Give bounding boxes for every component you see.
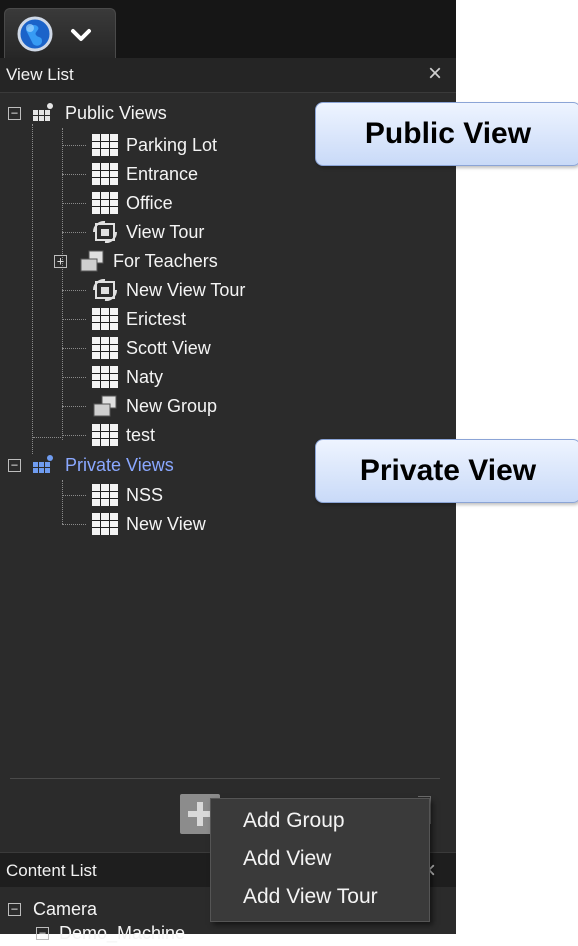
- view-list-title: View List: [6, 65, 74, 84]
- tree-item-label: Demo_Machine: [59, 922, 186, 943]
- add-context-menu: Add Group Add View Add View Tour: [210, 798, 430, 922]
- globe-icon: [17, 16, 53, 52]
- tree-item-label: For Teachers: [113, 250, 218, 271]
- tree-item-label: test: [126, 424, 156, 445]
- view-grid-icon: [92, 424, 118, 446]
- app-menu-button[interactable]: [4, 8, 116, 59]
- tree-item-label: Office: [126, 192, 173, 213]
- public-views-label: Public Views: [65, 102, 167, 123]
- view-grid-icon: [92, 337, 118, 359]
- tree-item-naty[interactable]: Naty: [62, 364, 163, 390]
- content-list-title: Content List: [6, 861, 97, 880]
- tree-item-for-teachers[interactable]: + For Teachers: [54, 248, 218, 274]
- view-list-header: View List ×: [0, 58, 456, 93]
- footer-divider: [10, 778, 440, 779]
- tree-item-label: NSS: [126, 484, 164, 505]
- menu-item-add-view[interactable]: Add View: [243, 847, 331, 871]
- view-grid-icon: [92, 163, 118, 185]
- view-grid-icon: [92, 134, 118, 156]
- chevron-down-icon: [71, 29, 91, 41]
- view-tour-icon: [92, 220, 118, 244]
- tree-item-label: Erictest: [126, 308, 187, 329]
- tree-item-nss[interactable]: NSS: [62, 482, 163, 508]
- tree-item-test[interactable]: test: [62, 422, 155, 448]
- view-grid-icon: [92, 484, 118, 506]
- tree-item-parking-lot[interactable]: Parking Lot: [62, 132, 217, 158]
- tree-group-private[interactable]: − Private Views: [8, 452, 174, 478]
- tree-item-view-tour[interactable]: View Tour: [62, 219, 204, 245]
- tree-item-label: New Group: [126, 395, 218, 416]
- view-group-icon: [80, 250, 104, 272]
- collapse-icon[interactable]: −: [8, 902, 21, 916]
- view-group-icon: [93, 395, 117, 417]
- tree-item-label: Parking Lot: [126, 134, 218, 155]
- tree-item-new-view-tour[interactable]: New View Tour: [62, 277, 245, 303]
- tree-item-label: New View Tour: [126, 279, 246, 300]
- view-grid-icon: [92, 366, 118, 388]
- public-view-callout: Public View: [315, 102, 578, 166]
- view-grid-icon: [92, 513, 118, 535]
- menu-item-add-view-tour[interactable]: Add View Tour: [243, 885, 378, 909]
- tree-item-label: Naty: [126, 366, 164, 387]
- tree-item-entrance[interactable]: Entrance: [62, 161, 198, 187]
- public-views-icon: [33, 103, 53, 121]
- tree-item-scott-view[interactable]: Scott View: [62, 335, 211, 361]
- tree-group-public[interactable]: − Public Views: [8, 100, 167, 126]
- tree-item-label: Scott View: [126, 337, 211, 358]
- tree-item-label: Camera: [33, 898, 98, 919]
- menu-item-add-group[interactable]: Add Group: [243, 809, 345, 833]
- private-views-label: Private Views: [65, 454, 174, 475]
- close-icon[interactable]: ×: [428, 62, 442, 86]
- collapse-icon[interactable]: −: [8, 106, 21, 120]
- tree-item-label: Entrance: [126, 163, 199, 184]
- collapse-icon[interactable]: −: [8, 458, 21, 472]
- tree-item-label: View Tour: [126, 221, 205, 242]
- top-bar: [0, 0, 456, 59]
- view-tour-icon: [92, 278, 118, 302]
- private-views-icon: [33, 455, 53, 473]
- collapse-icon[interactable]: −: [36, 926, 49, 940]
- view-grid-icon: [92, 192, 118, 214]
- tree-item-new-view[interactable]: New View: [62, 511, 206, 537]
- tree-item-label: New View: [126, 513, 206, 534]
- tree-item-erictest[interactable]: Erictest: [62, 306, 186, 332]
- private-view-callout: Private View: [315, 439, 578, 503]
- tree-item-demo-machine[interactable]: − Demo_Machine: [36, 920, 185, 946]
- tree-item-new-group[interactable]: New Group: [62, 393, 217, 419]
- tree-item-office[interactable]: Office: [62, 190, 173, 216]
- tree-item-camera[interactable]: − Camera: [8, 896, 97, 922]
- expand-icon[interactable]: +: [54, 254, 67, 268]
- view-grid-icon: [92, 308, 118, 330]
